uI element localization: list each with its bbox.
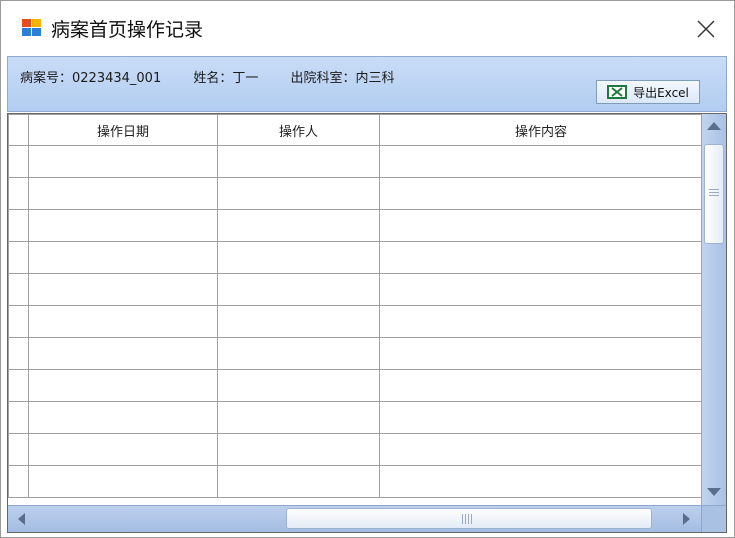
data-table: 操作日期 操作人 操作内容 [8,114,703,498]
grip-line [465,514,466,524]
table-row[interactable] [8,209,703,242]
table-cell[interactable] [28,209,218,242]
column-header-operator[interactable]: 操作人 [217,114,380,146]
row-header-cell[interactable] [8,337,29,370]
scroll-down-icon[interactable] [707,488,721,496]
table-cell[interactable] [217,337,380,370]
table-cell[interactable] [379,145,703,178]
row-header-cell[interactable] [8,145,29,178]
table-cell[interactable] [28,465,218,498]
patient-name: 姓名：丁一 [193,71,259,86]
discharge-department: 出院科室：内三科 [290,71,395,86]
table-row[interactable] [8,433,703,466]
row-header-cell[interactable] [8,177,29,210]
table-row[interactable] [8,145,703,178]
table-cell[interactable] [379,241,703,274]
table-row[interactable] [8,369,703,402]
table-cell[interactable] [28,433,218,466]
case-number: 病案号：0223434_001 [20,71,162,86]
operation-log-grid[interactable]: 操作日期 操作人 操作内容 [7,113,727,533]
row-header-cell[interactable] [8,209,29,242]
table-cell[interactable] [28,305,218,338]
table-cell[interactable] [217,369,380,402]
row-header-cell[interactable] [8,465,29,498]
grip-line [468,514,469,524]
table-row[interactable] [8,465,703,498]
dialog-window: 病案首页操作记录 病案号：0223434_001 姓名：丁一 出院科室：内三科 … [0,0,735,538]
table-row[interactable] [8,337,703,370]
row-header-cell[interactable] [8,305,29,338]
grip-line [709,192,719,193]
row-header-cell[interactable] [8,433,29,466]
table-cell[interactable] [28,369,218,402]
horizontal-scrollbar[interactable] [8,505,702,532]
table-cell[interactable] [217,465,380,498]
grip-line [462,514,463,524]
export-excel-button[interactable]: 导出Excel [596,80,700,104]
vertical-scrollbar[interactable] [701,114,726,506]
table-cell[interactable] [379,433,703,466]
grip-line [709,189,719,190]
excel-icon [607,85,628,99]
table-cell[interactable] [379,465,703,498]
table-cell[interactable] [28,177,218,210]
table-cell[interactable] [217,209,380,242]
table-cell[interactable] [217,273,380,306]
table-cell[interactable] [379,177,703,210]
table-cell[interactable] [217,177,380,210]
patient-info: 病案号：0223434_001 姓名：丁一 出院科室：内三科 [20,67,423,86]
horizontal-scroll-thumb[interactable] [286,508,652,529]
export-excel-label: 导出Excel [633,85,689,100]
table-cell[interactable] [379,273,703,306]
table-cell[interactable] [28,241,218,274]
row-header-corner[interactable] [8,114,29,146]
close-button[interactable] [688,11,724,47]
app-icon [22,19,41,36]
patient-info-bar: 病案号：0223434_001 姓名：丁一 出院科室：内三科 导出Excel [7,56,727,112]
table-cell[interactable] [28,145,218,178]
row-header-cell[interactable] [8,369,29,402]
table-row[interactable] [8,305,703,338]
window-title: 病案首页操作记录 [51,19,204,41]
scroll-left-icon[interactable] [18,513,25,525]
row-header-cell[interactable] [8,273,29,306]
table-cell[interactable] [379,305,703,338]
table-cell[interactable] [217,241,380,274]
column-header-content[interactable]: 操作内容 [379,114,703,146]
table-cell[interactable] [217,401,380,434]
row-header-cell[interactable] [8,241,29,274]
grip-line [709,195,719,196]
table-cell[interactable] [217,145,380,178]
table-cell[interactable] [217,433,380,466]
table-cell[interactable] [28,337,218,370]
table-row[interactable] [8,273,703,306]
table-cell[interactable] [217,305,380,338]
scroll-right-icon[interactable] [683,513,690,525]
column-header-date[interactable]: 操作日期 [28,114,218,146]
table-cell[interactable] [28,273,218,306]
table-cell[interactable] [379,337,703,370]
table-row[interactable] [8,241,703,274]
table-cell[interactable] [379,369,703,402]
table-cell[interactable] [379,401,703,434]
table-cell[interactable] [28,401,218,434]
table-row[interactable] [8,401,703,434]
header-row: 操作日期 操作人 操作内容 [8,114,703,146]
close-icon [697,20,715,38]
scrollbar-corner [701,505,726,532]
title-bar[interactable]: 病案首页操作记录 [1,1,734,55]
vertical-scroll-thumb[interactable] [704,144,724,244]
table-cell[interactable] [379,209,703,242]
scroll-up-icon[interactable] [707,122,721,130]
grip-line [471,514,472,524]
row-header-cell[interactable] [8,401,29,434]
table-row[interactable] [8,177,703,210]
